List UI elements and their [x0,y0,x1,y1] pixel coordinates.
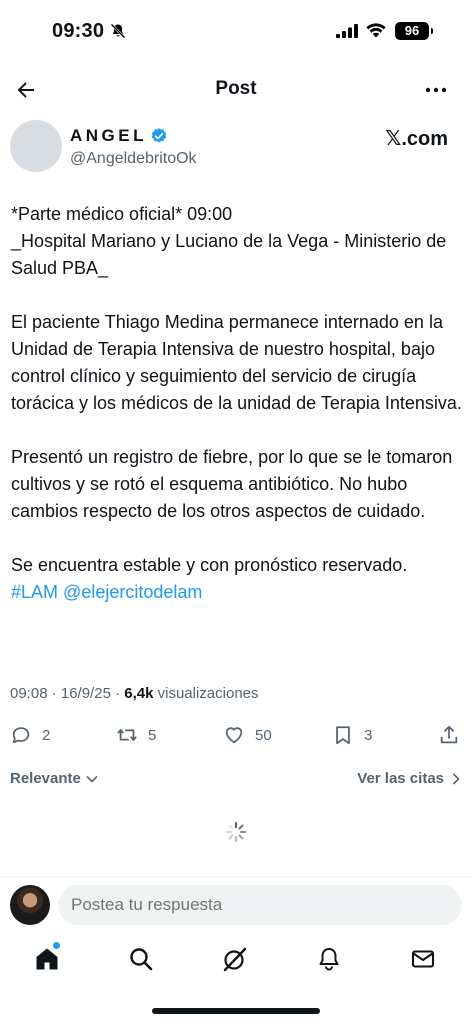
author-handle[interactable]: @AngeldebritoOk [70,150,197,168]
home-indicator [152,1008,320,1014]
bookmark-count: 3 [364,726,373,744]
share-icon [440,725,458,744]
post-paragraph: El paciente Thiago Medina permanece inte… [11,312,462,413]
bell-off-icon [110,23,126,39]
reply-icon [12,727,30,744]
post-paragraph: Presentó un registro de fiebre, por lo q… [11,447,453,521]
home-icon[interactable] [34,946,60,972]
wifi-icon [366,23,386,38]
post-paragraph: Se encuentra estable y con pronóstico re… [11,552,463,606]
chevron-down-icon [86,775,98,783]
hashtag-link[interactable]: #LAM [11,582,58,602]
bottom-tab-bar [0,938,472,982]
heart-icon [225,727,243,744]
views-label: visualizaciones [153,685,259,702]
repost-icon [117,729,137,741]
share-button[interactable] [438,720,460,750]
divider [0,876,472,877]
messages-envelope-icon[interactable] [410,946,436,972]
sort-dropdown[interactable]: Relevante [10,770,99,787]
author-name[interactable]: ANGEL [70,126,147,146]
reply-button[interactable]: 2 [10,720,50,750]
post-timestamp[interactable]: 09:08 · 16/9/25 · [10,685,124,702]
chevron-right-icon [452,772,460,785]
reply-count: 2 [42,726,51,744]
notification-dot [53,942,60,949]
post-text: *Parte médico oficial* 09:00 _Hospital M… [11,201,463,606]
post-author: ANGEL @AngeldebritoOk 𝕏.com [10,120,462,180]
view-quotes-label: Ver las citas [357,770,444,787]
post-paragraph-text: Se encuentra estable y con pronóstico re… [11,555,408,575]
repost-count: 5 [148,726,157,744]
like-button[interactable]: 50 [223,720,272,750]
x-brand-logo: 𝕏.com [385,128,448,150]
search-icon[interactable] [128,946,154,972]
post-meta: 09:08 · 16/9/25 · 6,4k visualizaciones [10,685,259,702]
views-count: 6,4k [124,685,154,702]
grok-icon[interactable] [222,946,248,972]
bookmark-button[interactable]: 3 [332,720,372,750]
reply-input[interactable] [58,885,462,925]
cellular-signal-icon [336,24,358,38]
replies-sort-row: Relevante Ver las citas [10,770,462,792]
verified-badge-icon [151,128,167,143]
battery-indicator: 96 [395,22,433,40]
repost-button[interactable]: 5 [116,720,156,750]
post-paragraph: *Parte médico oficial* 09:00 _Hospital M… [11,204,447,278]
status-bar: 09:30 96 [0,0,472,62]
author-avatar[interactable] [10,120,62,172]
user-avatar[interactable] [10,885,50,925]
bookmark-icon [336,726,350,745]
status-time: 09:30 [52,20,105,42]
loading-spinner-icon [225,821,247,843]
view-quotes-link[interactable]: Ver las citas [357,770,462,787]
reply-composer [10,884,462,928]
page-title: Post [215,78,257,99]
notifications-bell-icon[interactable] [316,946,342,972]
post-actions: 2 5 50 3 [10,720,462,750]
more-options-icon[interactable] [424,78,448,102]
mention-link[interactable]: @elejercitodelam [63,582,202,602]
like-count: 50 [255,726,272,744]
sort-label: Relevante [10,770,81,787]
nav-bar: Post [0,70,472,110]
